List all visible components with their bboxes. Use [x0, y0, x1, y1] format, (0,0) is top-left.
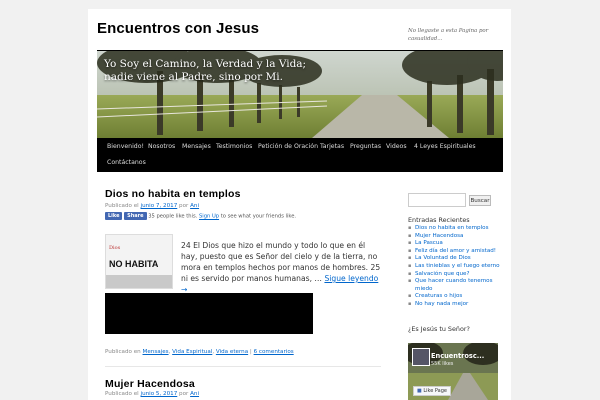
post-title-2[interactable]: Mujer Hacendosa: [105, 378, 195, 390]
meta-by: por: [179, 203, 189, 209]
banner-quote-line1: Yo Soy el Camino, la Verdad y la Vida;: [104, 58, 307, 70]
comments-link[interactable]: 6 comentarios: [254, 349, 294, 355]
fb-page-name[interactable]: Encuentrosc...: [431, 352, 484, 360]
post-author-link[interactable]: Ani: [190, 391, 199, 397]
recent-post-link[interactable]: Salvación que que?: [408, 271, 500, 279]
recent-post-link[interactable]: Mujer Hacendosa: [408, 233, 500, 241]
fb-page-avatar[interactable]: [412, 348, 430, 366]
nav-item-tarjetas[interactable]: Tarjetas: [320, 143, 344, 150]
nav-item-leyes[interactable]: 4 Leyes Espirituales: [414, 143, 476, 150]
thumb-photo-strip: [106, 275, 172, 288]
post-thumbnail[interactable]: Dios NO HABITA: [105, 234, 173, 289]
facebook-widget-title: ¿Es Jesús tu Señor?: [408, 325, 470, 333]
site-description: No llegaste a esta Pagina por casualidad…: [408, 28, 489, 42]
post-divider: [105, 366, 381, 367]
fb-share-button[interactable]: Share: [124, 212, 147, 220]
page-wrapper: Encuentros con Jesus No llegaste a esta …: [88, 9, 511, 400]
category-link-vida-espiritual[interactable]: Vida Espiritual: [172, 349, 212, 355]
meta-by: por: [179, 391, 189, 397]
thumb-small-text: Dios: [109, 245, 121, 251]
meta-prefix: Publicado el: [105, 203, 139, 209]
banner-quote: Yo Soy el Camino, la Verdad y la Vida; n…: [104, 58, 334, 84]
recent-posts-list: Dios no habita en templos Mujer Hacendos…: [408, 225, 500, 309]
post-meta: Publicado el junio 7, 2017 por Ani: [105, 203, 199, 209]
fb-like-page-button[interactable]: ■ Like Page: [413, 386, 451, 396]
category-link-mensajes[interactable]: Mensajes: [143, 349, 169, 355]
embedded-video[interactable]: [105, 293, 313, 334]
footer-prefix: Publicado en: [105, 349, 141, 355]
nav-item-testimonios[interactable]: Testimonios: [216, 143, 252, 150]
post-date-link[interactable]: junio 7, 2017: [141, 203, 178, 209]
nav-item-videos[interactable]: Videos: [386, 143, 407, 150]
search-button[interactable]: Buscar: [469, 195, 491, 206]
recent-post-link[interactable]: La Voluntad de Dios: [408, 255, 500, 263]
post-date-link[interactable]: junio 5, 2017: [141, 391, 178, 397]
nav-item-mensajes[interactable]: Mensajes: [182, 143, 211, 150]
facebook-like-bar: Like Share 35 people like this. Sign Up …: [105, 212, 296, 221]
fb-signup-text: to see what your friends like.: [220, 213, 297, 220]
post-footer: Publicado en Mensajes, Vida Espiritual, …: [105, 349, 294, 355]
fb-like-page-label: Like Page: [423, 388, 447, 394]
recent-post-link[interactable]: Feliz día del amor y amistad!: [408, 248, 500, 256]
recent-post-link[interactable]: Que hacer cuando tenemos miedo: [408, 278, 500, 293]
post-author-link[interactable]: Ani: [190, 203, 199, 209]
recent-post-link[interactable]: Creaturas o hijos: [408, 293, 500, 301]
recent-post-link[interactable]: Dios no habita en templos: [408, 225, 500, 233]
main-navigation: Bienvenido! Nosotros Mensajes Testimonio…: [97, 138, 503, 172]
fb-signup-link[interactable]: Sign Up: [199, 214, 219, 220]
nav-item-contactanos[interactable]: Contáctanos: [107, 159, 146, 166]
post-title[interactable]: Dios no habita en templos: [105, 188, 241, 200]
nav-item-preguntas[interactable]: Preguntas: [350, 143, 381, 150]
meta-prefix: Publicado el: [105, 391, 139, 397]
nav-item-bienvenido[interactable]: Bienvenido!: [107, 143, 144, 150]
header-banner: Yo Soy el Camino, la Verdad y la Vida; n…: [97, 51, 503, 138]
search-input[interactable]: [408, 193, 466, 207]
post-meta-2: Publicado el junio 5, 2017 por Ani: [105, 391, 199, 397]
nav-item-nosotros[interactable]: Nosotros: [148, 143, 175, 150]
post-excerpt: 24 El Dios que hizo el mundo y todo lo q…: [181, 240, 381, 295]
fb-page-likes: 55K likes: [431, 361, 454, 367]
fb-thumb-icon: ■: [417, 388, 422, 394]
recent-post-link[interactable]: Las tinieblas y el fuego eterno: [408, 263, 500, 271]
thumb-headline: NO HABITA: [109, 259, 159, 269]
banner-quote-line2: nadie viene al Padre, sino por Mi.: [104, 71, 283, 83]
recent-post-link[interactable]: La Pascua: [408, 240, 500, 248]
site-title[interactable]: Encuentros con Jesus: [97, 20, 259, 37]
recent-posts-title: Entradas Recientes: [408, 216, 470, 224]
fb-like-button[interactable]: Like: [105, 212, 123, 220]
nav-item-peticion[interactable]: Petición de Oración: [258, 143, 318, 150]
fb-like-count: 35 people like this.: [148, 213, 198, 220]
facebook-page-widget[interactable]: Encuentrosc... 55K likes ■ Like Page: [408, 343, 498, 400]
recent-post-link[interactable]: No hay nada mejor: [408, 301, 500, 309]
category-link-vida-eterna[interactable]: Vida eterna: [216, 349, 248, 355]
